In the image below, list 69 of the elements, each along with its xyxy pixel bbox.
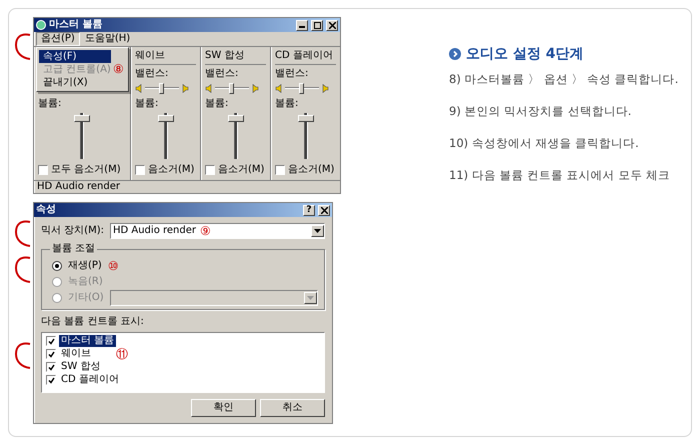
step-text: 9) 본인의 믹서장치를 선택합니다. xyxy=(449,104,632,120)
balance-label: 밸런스: xyxy=(205,68,240,81)
help-button[interactable]: ? xyxy=(303,204,315,216)
minimize-button[interactable] xyxy=(296,20,308,30)
close-icon xyxy=(328,22,336,28)
step-number: ⑧ xyxy=(113,63,124,76)
step-text: 8) 마스터볼륨 〉 옵션 〉 속성 클릭합니다. xyxy=(449,72,678,88)
speaker-icon xyxy=(275,84,283,92)
speaker-icon xyxy=(135,84,143,92)
hand-drawn-loop xyxy=(14,341,32,371)
dialog-button[interactable]: 확인 xyxy=(191,399,256,417)
checkbox[interactable] xyxy=(46,375,56,385)
step-number: ⑪ xyxy=(116,348,128,360)
step-number: ⑨ xyxy=(200,224,211,238)
list-item[interactable]: 마스터 볼륨 xyxy=(59,335,116,347)
caret-icon xyxy=(314,229,321,233)
maximize-icon xyxy=(314,22,320,28)
maximize-button[interactable] xyxy=(311,20,323,30)
volume-label: 볼륨: xyxy=(205,98,230,111)
mixer-device-select[interactable]: HD Audio render ⑨ xyxy=(110,223,325,239)
volume-label: 볼륨: xyxy=(135,98,160,111)
step-text: 10) 속성창에서 재생을 클릭합니다. xyxy=(449,136,640,152)
status-bar: HD Audio render xyxy=(34,180,340,193)
menu-item[interactable]: 속성(F) xyxy=(39,50,111,63)
mute-checkbox[interactable]: 음소거(M) xyxy=(135,164,196,176)
list-item[interactable]: CD 플레이어 xyxy=(59,374,121,386)
mute-checkbox[interactable]: 음소거(M) xyxy=(275,164,336,176)
checkbox[interactable] xyxy=(46,336,56,346)
speaker-icon xyxy=(321,84,329,92)
hand-drawn-loop xyxy=(14,255,32,285)
step-number: ⑩ xyxy=(108,260,119,272)
channel-name: CD 플레이어 xyxy=(275,50,336,65)
speaker-icon xyxy=(251,84,259,92)
speaker-icon xyxy=(181,84,189,92)
checkbox[interactable] xyxy=(46,362,56,372)
radio-button[interactable] xyxy=(52,261,62,271)
close-button[interactable] xyxy=(326,20,338,30)
radio-label: 녹음(R) xyxy=(68,276,103,288)
mute-checkbox[interactable]: 음소거(M) xyxy=(205,164,266,176)
checkbox[interactable] xyxy=(46,349,56,359)
step-text: 11) 다음 볼륨 컨트롤 표시에서 모두 체크 xyxy=(449,168,672,184)
balance-label: 밸런스: xyxy=(275,68,310,81)
close-icon xyxy=(320,206,328,214)
volume-label: 볼륨: xyxy=(38,98,62,111)
caret-icon xyxy=(307,296,314,300)
channel-name: 웨이브 xyxy=(135,50,196,65)
window-title: 속성 xyxy=(36,204,57,216)
group-legend: 볼륨 조절 xyxy=(50,243,98,255)
speaker-icon xyxy=(205,84,213,92)
other-select[interactable] xyxy=(110,290,318,306)
field-label: 믹서 장치(M): xyxy=(41,225,104,237)
volume-label: 볼륨: xyxy=(275,98,300,111)
dialog-button[interactable]: 취소 xyxy=(260,399,325,417)
channel-name: SW 합성 xyxy=(205,50,266,65)
window-title: 마스터 볼륨 xyxy=(49,19,104,31)
mute-checkbox[interactable]: 모두 음소거(M) xyxy=(38,164,126,176)
hand-drawn-loop xyxy=(14,32,32,62)
section-heading: 오디오 설정 4단계 xyxy=(466,45,584,63)
list-item[interactable]: 웨이브 xyxy=(59,348,93,360)
list-label: 다음 볼륨 컨트롤 표시: xyxy=(41,316,145,328)
radio-label: 재생(P) xyxy=(68,260,102,272)
menu-item[interactable]: 도움말(H) xyxy=(80,32,136,46)
hand-drawn-loop xyxy=(14,219,32,249)
balance-label: 밸런스: xyxy=(135,68,170,81)
menu-item[interactable]: 끝내기(X) xyxy=(39,76,111,89)
menu-item[interactable]: 옵션(P) xyxy=(36,32,80,46)
radio-label: 기타(O) xyxy=(68,292,104,304)
close-button[interactable] xyxy=(318,204,330,216)
list-item[interactable]: SW 합성 xyxy=(59,361,102,373)
